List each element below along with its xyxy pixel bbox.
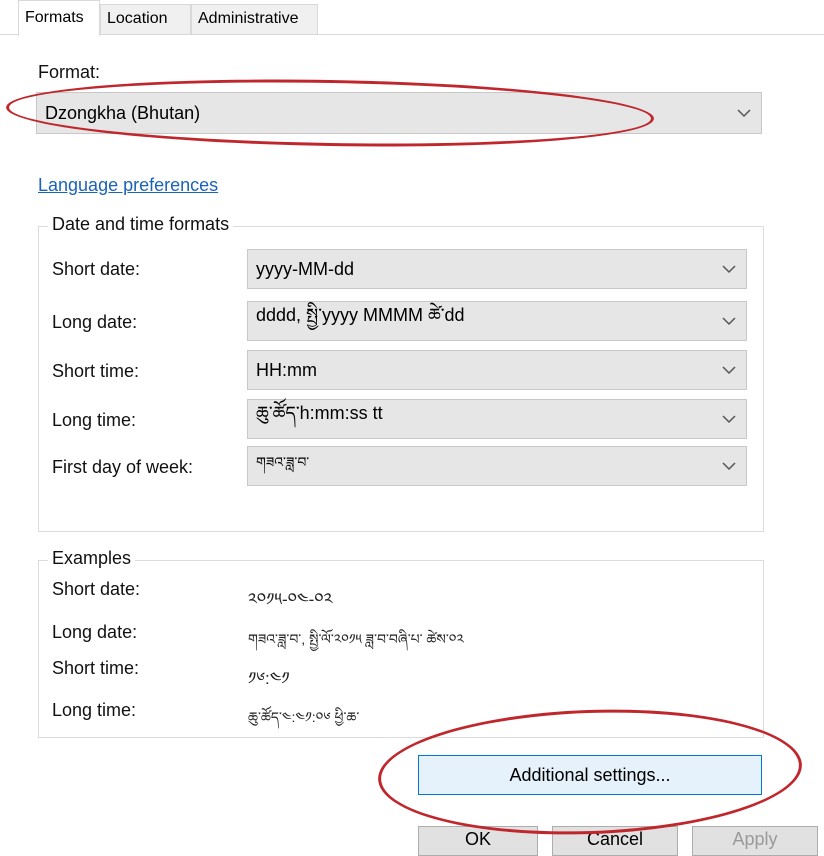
tab-strip: Formats Location Administrative [0, 0, 824, 36]
cancel-button[interactable]: Cancel [552, 826, 678, 856]
tab-label: Location [107, 10, 168, 27]
first-day-of-week-value: གཟའ་ཟླ་བ་ [256, 454, 310, 470]
language-preferences-link[interactable]: Language preferences [38, 175, 218, 196]
long-time-label: Long time: [52, 410, 137, 430]
long-time-select[interactable]: ཆུ་ཚོད་h:mm:ss tt [247, 399, 747, 439]
format-value: Dzongkha (Bhutan) [45, 102, 201, 123]
tab-location[interactable]: Location [100, 4, 191, 34]
example-short-date-value: ༢༠༡༥-༠༤-༠༢ [248, 590, 333, 609]
chevron-down-icon [712, 414, 746, 424]
tab-label: Administrative [198, 10, 299, 27]
chevron-down-icon [727, 108, 761, 118]
short-date-select[interactable]: yyyy-MM-dd [247, 249, 747, 289]
short-date-label: Short date: [52, 259, 141, 279]
long-date-value: dddd, སྤྱི་yyyy MMMM ཚེ་dd [256, 305, 465, 325]
example-long-date-label: Long date: [52, 622, 138, 642]
short-time-label: Short time: [52, 361, 140, 381]
chevron-down-icon [712, 316, 746, 326]
tab-formats[interactable]: Formats [18, 0, 100, 36]
long-time-value: ཆུ་ཚོད་h:mm:ss tt [256, 403, 383, 423]
tab-label: Formats [25, 9, 84, 26]
example-short-time-value: ༡༦:༤༡ [248, 669, 290, 688]
short-date-value: yyyy-MM-dd [256, 258, 354, 279]
first-day-of-week-label: First day of week: [52, 457, 194, 477]
date-time-formats-title: Date and time formats [48, 214, 234, 235]
additional-settings-button[interactable]: Additional settings... [418, 755, 762, 795]
long-date-select[interactable]: dddd, སྤྱི་yyyy MMMM ཚེ་dd [247, 301, 747, 341]
first-day-of-week-select[interactable]: གཟའ་ཟླ་བ་ [247, 446, 747, 486]
examples-title: Examples [48, 548, 136, 569]
tab-administrative[interactable]: Administrative [191, 4, 318, 34]
chevron-down-icon [712, 461, 746, 471]
example-short-time-label: Short time: [52, 658, 140, 678]
example-short-date-label: Short date: [52, 579, 141, 599]
short-time-value: HH:mm [256, 359, 317, 380]
example-long-time-label: Long time: [52, 700, 137, 720]
apply-button[interactable]: Apply [692, 826, 818, 856]
chevron-down-icon [712, 365, 746, 375]
example-long-time-value: ཆུ་ཚོད་༤:༤༡:༠༦ ཕྱི་ཆ་ [248, 709, 360, 725]
chevron-down-icon [712, 264, 746, 274]
format-select[interactable]: Dzongkha (Bhutan) [36, 92, 762, 134]
format-label: Format: [38, 62, 101, 82]
additional-settings-label: Additional settings... [509, 764, 671, 785]
ok-button[interactable]: OK [418, 826, 538, 856]
long-date-label: Long date: [52, 312, 138, 332]
short-time-select[interactable]: HH:mm [247, 350, 747, 390]
example-long-date-value: གཟའ་ཟླ་བ་, སྤྱི་ལོ་༢༠༡༥ ཟླ་བ་བཞི་པ་ ཚེས་… [248, 631, 464, 647]
